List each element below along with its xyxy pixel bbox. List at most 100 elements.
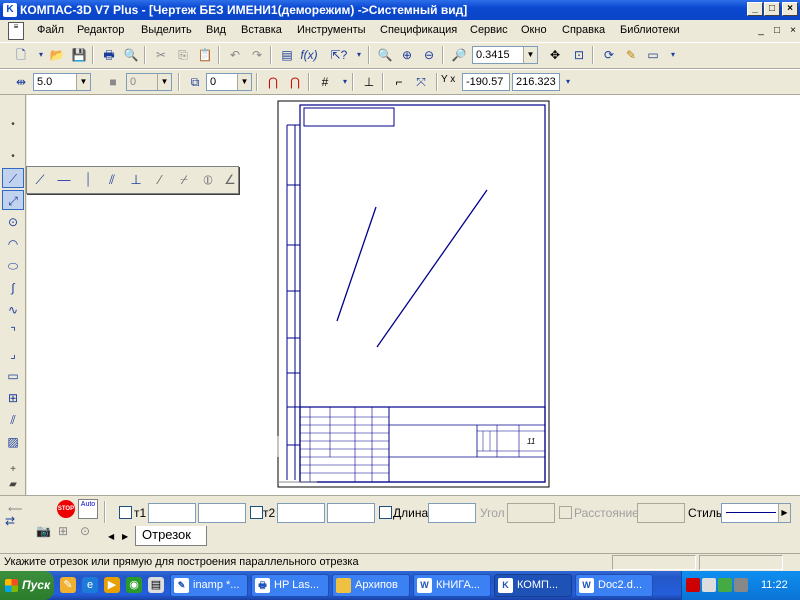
vertical-segment-icon[interactable]: ⏐ [77,170,99,190]
antivirus-icon[interactable] [686,578,700,592]
t1-x-field[interactable] [148,503,196,523]
taskbar-item[interactable]: Архипов [332,574,410,597]
t1-checkbox[interactable] [119,506,132,519]
brush-icon[interactable]: ✎ [620,45,642,65]
tab-segment[interactable]: Отрезок [135,526,207,546]
snap-settings-icon[interactable]: ⊞ [58,524,74,540]
zoom-window-icon[interactable]: 🔍 [374,45,396,65]
t2-checkbox[interactable] [250,506,263,519]
hatch-icon[interactable]: ▨ [2,432,24,452]
tangent-segment-icon[interactable]: ⁄ [149,170,171,190]
menu-insert[interactable]: Вставка [241,24,282,36]
menu-service[interactable]: Сервис [470,24,508,36]
coord-y-field[interactable]: 216.323 [512,73,560,91]
drawing-sheet[interactable]: 11 [27,95,800,495]
context-help-icon[interactable]: ⇱? [328,45,350,65]
copy-icon[interactable]: ⎘ [172,45,194,65]
zoom-combo[interactable]: 0.3415 ▼ [472,46,538,64]
quicklaunch-tool-icon[interactable]: ✎ [60,577,76,593]
menu-view[interactable]: Вид [206,24,226,36]
variables-fx-icon[interactable]: f(x) [298,45,320,65]
grid-icon[interactable]: # [314,72,336,92]
tab-scroll-right-icon[interactable]: ▶ [122,532,128,541]
geometry-bullet-icon[interactable]: • [2,115,24,135]
style-combo[interactable]: ▶ [721,503,791,523]
start-button[interactable]: Пуск [0,571,54,600]
menu-file[interactable]: Файл [37,24,64,36]
menu-editor[interactable]: Редактор [77,24,124,36]
length-field[interactable] [428,503,476,523]
chevron-down-icon[interactable]: ▼ [237,74,251,90]
segment-two-circles-icon[interactable]: ⦶ [197,170,219,190]
display-dropdown-icon[interactable]: ▾ [662,45,684,65]
undo-icon[interactable]: ↶ [224,45,246,65]
parallel-segment-icon[interactable]: ⫽ [101,170,123,190]
bisector-segment-icon[interactable]: ∠ [219,170,241,190]
quicklaunch-text-icon[interactable]: ▤ [148,577,164,593]
mdi-maximize-button[interactable]: □ [771,25,783,36]
layers-icon[interactable]: ⧉ [184,72,206,92]
taskbar-item-active[interactable]: K КОМП... [494,574,572,597]
help-dropdown-icon[interactable]: ▾ [348,45,370,65]
circle-icon[interactable]: ⊙ [2,212,24,232]
show-all-icon[interactable]: ⊡ [568,45,590,65]
paste-icon[interactable]: 📋 [194,45,216,65]
equidistant-icon[interactable]: ⊞ [2,388,24,408]
document-icon[interactable]: ≡ [8,22,24,40]
volume-icon[interactable] [734,578,748,592]
minimize-button[interactable]: _ [747,2,763,16]
menu-specification[interactable]: Спецификация [380,24,457,36]
menu-help[interactable]: Справка [562,24,605,36]
stop-button[interactable]: STOP [57,500,75,518]
menu-libraries[interactable]: Библиотеки [620,24,680,36]
zoom-out-icon[interactable]: ⊖ [418,45,440,65]
drawing-canvas[interactable]: 11 [27,95,800,495]
mdi-close-button[interactable]: × [787,25,799,36]
bug-icon[interactable] [718,578,732,592]
tab-scroll-left-icon[interactable]: ◀ [108,532,114,541]
hatch-lines-icon[interactable]: ⫽ [2,410,24,430]
network-icon[interactable] [702,578,716,592]
chevron-down-icon[interactable]: ▼ [76,74,90,90]
maximize-button[interactable]: □ [764,2,780,16]
internet-explorer-icon[interactable]: e [82,577,98,593]
t2-x-field[interactable] [277,503,325,523]
close-button[interactable]: × [782,2,798,16]
ellipse-icon[interactable]: ⬭ [2,256,24,276]
snap-magnet-icon[interactable]: ⋂ [262,72,284,92]
fillet-icon[interactable]: ⌟ [2,344,24,364]
chamfer-icon[interactable]: ⌝ [2,322,24,342]
segment-icon[interactable]: ⟋ [29,170,51,190]
local-snap-magnet-icon[interactable]: ⋂ [284,72,306,92]
tangent-two-curves-icon[interactable]: ⌿ [173,170,195,190]
display-icon[interactable]: ▭ [642,45,664,65]
length-checkbox[interactable] [379,506,392,519]
taskbar-item[interactable]: ✎ inamp *... [170,574,248,597]
zoom-scale-icon[interactable]: 🔎 [448,45,470,65]
refresh-icon[interactable]: ⟳ [598,45,620,65]
grid-step-icon[interactable]: ⇹ [10,72,32,92]
menu-select[interactable]: Выделить [141,24,192,36]
cut-icon[interactable]: ✂ [150,45,172,65]
coord-dropdown-icon[interactable]: ▾ [562,72,574,92]
chevron-right-icon[interactable]: ▶ [778,504,790,522]
perpendicular-segment-icon[interactable]: ⊥ [125,170,147,190]
menu-tools[interactable]: Инструменты [297,24,366,36]
dimensions-bullet-icon[interactable]: • [2,147,24,167]
quicklaunch-app-icon[interactable]: ◉ [126,577,142,593]
parallel-segment-icon[interactable]: ⤢ [2,190,24,210]
menu-window[interactable]: Окно [521,24,547,36]
camera-icon[interactable]: 📷 [36,524,52,540]
open-folder-icon[interactable]: 📂 [46,45,68,65]
t2-y-field[interactable] [327,503,375,523]
redo-icon[interactable]: ↷ [246,45,268,65]
zoom-in-icon[interactable]: ⊕ [396,45,418,65]
segment-tool-icon[interactable]: ⟋ [2,168,24,188]
measure-bullet-icon[interactable]: ▰ [2,475,24,495]
coord-x-field[interactable]: -190.57 [462,73,510,91]
polyline-icon[interactable]: ∿ [2,300,24,320]
mdi-minimize-button[interactable]: _ [755,25,767,36]
round-mode-icon[interactable]: ⤧ [410,72,432,92]
auto-create-button[interactable]: Auto [78,499,98,519]
rectangle-icon[interactable]: ▭ [2,366,24,386]
